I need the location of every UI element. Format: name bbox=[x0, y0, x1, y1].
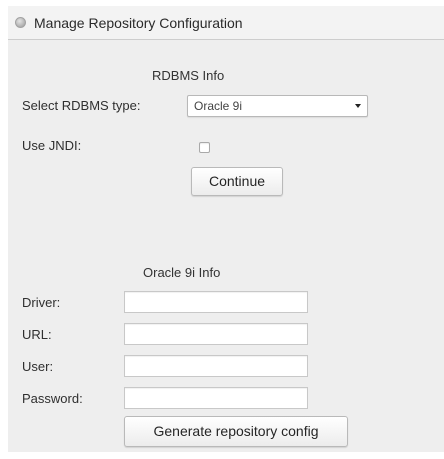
dropdown-arrow-icon bbox=[355, 104, 361, 108]
rdbms-type-selected-value: Oracle 9i bbox=[194, 99, 243, 113]
repository-configuration-panel: Manage Repository Configuration RDBMS In… bbox=[8, 6, 444, 452]
user-label: User: bbox=[22, 359, 54, 374]
generate-repository-config-button[interactable]: Generate repository config bbox=[124, 416, 348, 447]
select-rdbms-type-label: Select RDBMS type: bbox=[22, 98, 141, 113]
rdbms-info-title: RDBMS Info bbox=[152, 68, 225, 83]
url-input[interactable] bbox=[124, 323, 308, 345]
password-label: Password: bbox=[22, 391, 83, 406]
circle-bullet-icon bbox=[15, 17, 26, 28]
panel-header: Manage Repository Configuration bbox=[8, 6, 444, 40]
driver-input[interactable] bbox=[124, 291, 308, 313]
panel-title: Manage Repository Configuration bbox=[34, 15, 243, 31]
continue-button[interactable]: Continue bbox=[191, 167, 283, 196]
rdbms-type-select[interactable]: Oracle 9i bbox=[187, 95, 368, 117]
use-jndi-label: Use JNDI: bbox=[22, 138, 82, 153]
user-input[interactable] bbox=[124, 355, 308, 377]
password-input[interactable] bbox=[124, 387, 308, 409]
use-jndi-checkbox[interactable] bbox=[199, 142, 210, 153]
url-label: URL: bbox=[22, 327, 52, 342]
oracle-info-title: Oracle 9i Info bbox=[143, 265, 221, 280]
driver-label: Driver: bbox=[22, 295, 61, 310]
